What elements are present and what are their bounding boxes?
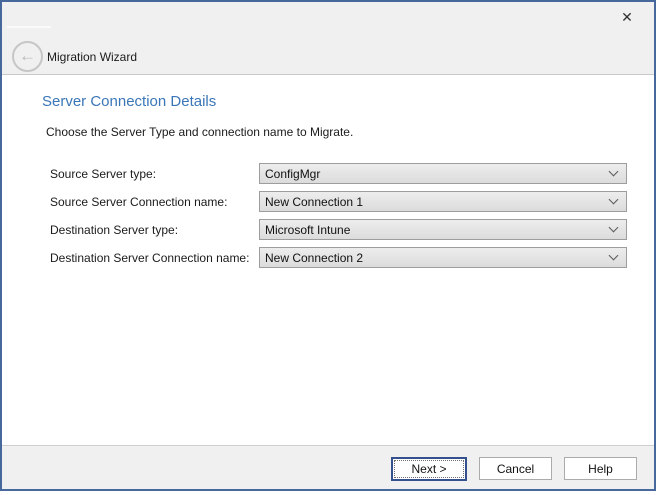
- source-server-type-select[interactable]: ConfigMgr: [259, 163, 627, 184]
- chevron-down-icon: [609, 195, 619, 205]
- field-label: Source Server Connection name:: [50, 195, 259, 209]
- form-row: Source Server type: ConfigMgr: [50, 163, 654, 184]
- selected-value: Microsoft Intune: [265, 223, 350, 237]
- wizard-title: Migration Wizard: [47, 50, 137, 64]
- field-label: Source Server type:: [50, 167, 259, 181]
- form-row: Destination Server type: Microsoft Intun…: [50, 219, 654, 240]
- close-button[interactable]: ✕: [612, 4, 642, 30]
- titlebar-accent-line: [7, 26, 51, 28]
- source-server-connection-name-select[interactable]: New Connection 1: [259, 191, 627, 212]
- connection-form: Source Server type: ConfigMgr Source Ser…: [50, 163, 654, 268]
- destination-server-type-select[interactable]: Microsoft Intune: [259, 219, 627, 240]
- chevron-down-icon: [609, 251, 619, 261]
- field-label: Destination Server type:: [50, 223, 259, 237]
- selected-value: ConfigMgr: [265, 167, 320, 181]
- back-arrow-icon: ←: [19, 47, 36, 64]
- field-label: Destination Server Connection name:: [50, 251, 259, 265]
- form-row: Destination Server Connection name: New …: [50, 247, 654, 268]
- form-row: Source Server Connection name: New Conne…: [50, 191, 654, 212]
- wizard-header: ✕ ← Migration Wizard: [2, 2, 654, 75]
- back-button[interactable]: ←: [12, 41, 43, 72]
- destination-server-connection-name-select[interactable]: New Connection 2: [259, 247, 627, 268]
- migration-wizard-window: ✕ ← Migration Wizard Server Connection D…: [0, 0, 656, 491]
- close-icon: ✕: [621, 9, 633, 26]
- page-description: Choose the Server Type and connection na…: [46, 125, 654, 139]
- chevron-down-icon: [609, 223, 619, 233]
- selected-value: New Connection 1: [265, 195, 363, 209]
- chevron-down-icon: [609, 167, 619, 177]
- next-button[interactable]: Next >: [391, 457, 467, 481]
- help-button[interactable]: Help: [564, 457, 637, 480]
- cancel-button[interactable]: Cancel: [479, 457, 552, 480]
- selected-value: New Connection 2: [265, 251, 363, 265]
- wizard-content: Server Connection Details Choose the Ser…: [2, 93, 654, 463]
- page-title: Server Connection Details: [42, 93, 654, 110]
- footer-bar: Next > Cancel Help: [2, 445, 654, 489]
